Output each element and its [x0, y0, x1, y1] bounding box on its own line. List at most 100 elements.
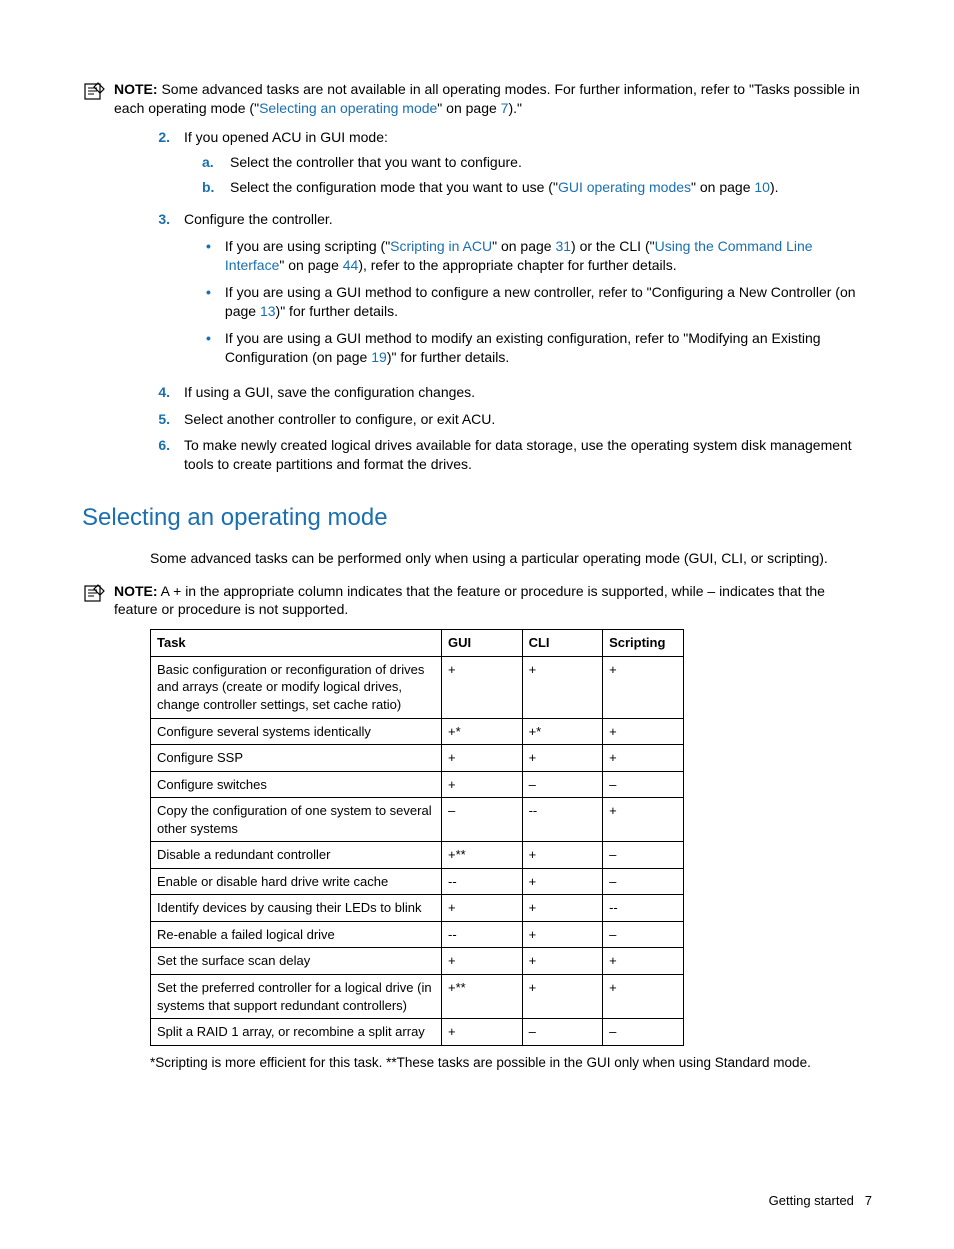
cell-value: +** — [442, 974, 523, 1018]
bullet-text: ) or the CLI (" — [571, 238, 655, 254]
table-row: Identify devices by causing their LEDs t… — [151, 895, 684, 922]
cell-value: – — [603, 842, 684, 869]
cell-value: – — [522, 771, 603, 798]
step-4: 4. If using a GUI, save the configuratio… — [152, 383, 872, 402]
link-page-44[interactable]: 44 — [343, 257, 359, 273]
bullet-text: ), refer to the appropriate chapter for … — [358, 257, 676, 273]
step-text: If you opened ACU in GUI mode: — [184, 129, 388, 145]
note-block-1: NOTE: Some advanced tasks are not availa… — [82, 80, 872, 118]
cell-value: + — [442, 895, 523, 922]
bullet-text: " on page — [279, 257, 342, 273]
cell-value: + — [522, 842, 603, 869]
note-body: NOTE: Some advanced tasks are not availa… — [114, 80, 872, 118]
cell-value: -- — [603, 895, 684, 922]
substep-text-pre: Select the configuration mode that you w… — [230, 179, 558, 195]
cell-task: Copy the configuration of one system to … — [151, 798, 442, 842]
sub-steps: a. Select the controller that you want t… — [202, 153, 872, 197]
note-text-3: )." — [508, 100, 522, 116]
table-row: Configure several systems identically+*+… — [151, 718, 684, 745]
link-page-13[interactable]: 13 — [260, 303, 276, 319]
table-row: Copy the configuration of one system to … — [151, 798, 684, 842]
cell-value: + — [603, 745, 684, 772]
cell-value: + — [522, 974, 603, 1018]
bullet-2: If you are using a GUI method to configu… — [206, 283, 872, 321]
cell-value: -- — [442, 921, 523, 948]
step-number: 4. — [152, 383, 170, 402]
note-icon — [82, 81, 106, 101]
note-body: NOTE: A + in the appropriate column indi… — [114, 582, 872, 620]
step-number: 5. — [152, 410, 170, 429]
cell-value: – — [603, 868, 684, 895]
table-footnote: *Scripting is more efficient for this ta… — [150, 1054, 872, 1072]
link-selecting-mode[interactable]: Selecting an operating mode — [259, 100, 437, 116]
step-5: 5. Select another controller to configur… — [152, 410, 872, 429]
cell-task: Configure several systems identically — [151, 718, 442, 745]
link-page-19[interactable]: 19 — [371, 349, 387, 365]
cell-task: Set the preferred controller for a logic… — [151, 974, 442, 1018]
note-label: NOTE: — [114, 81, 158, 97]
th-cli: CLI — [522, 630, 603, 657]
cell-value: – — [442, 798, 523, 842]
cell-value: + — [522, 948, 603, 975]
cell-task: Basic configuration or reconfiguration o… — [151, 656, 442, 718]
substep-text: Select the controller that you want to c… — [230, 153, 522, 172]
note-text-2: " on page — [437, 100, 500, 116]
table-row: Configure SSP+++ — [151, 745, 684, 772]
steps-list: 2. If you opened ACU in GUI mode: a. Sel… — [152, 128, 872, 474]
table-row: Re-enable a failed logical drive--+– — [151, 921, 684, 948]
note-icon — [82, 583, 106, 603]
table-row: Split a RAID 1 array, or recombine a spl… — [151, 1019, 684, 1046]
cell-value: – — [603, 921, 684, 948]
note-text: A + in the appropriate column indicates … — [114, 583, 825, 618]
substep-b: b. Select the configuration mode that yo… — [202, 178, 872, 197]
cell-task: Configure SSP — [151, 745, 442, 772]
footer-section: Getting started — [769, 1193, 854, 1208]
cell-value: + — [442, 745, 523, 772]
step-text: Select another controller to configure, … — [184, 411, 495, 427]
link-page-31[interactable]: 31 — [555, 238, 571, 254]
th-gui: GUI — [442, 630, 523, 657]
bullet-1: If you are using scripting ("Scripting i… — [206, 237, 872, 275]
bullet-text: If you are using a GUI method to modify … — [225, 330, 821, 365]
link-gui-modes[interactable]: GUI operating modes — [558, 179, 691, 195]
step-number: 2. — [152, 128, 170, 203]
note-block-2: NOTE: A + in the appropriate column indi… — [82, 582, 872, 620]
bullet-text: " on page — [492, 238, 555, 254]
cell-task: Enable or disable hard drive write cache — [151, 868, 442, 895]
step-2: 2. If you opened ACU in GUI mode: a. Sel… — [152, 128, 872, 203]
step-text: If using a GUI, save the configuration c… — [184, 384, 475, 400]
th-task: Task — [151, 630, 442, 657]
table-row: Configure switches+–– — [151, 771, 684, 798]
table-row: Disable a redundant controller+**+– — [151, 842, 684, 869]
cell-value: + — [522, 868, 603, 895]
bullet-text: If you are using scripting (" — [225, 238, 390, 254]
link-page-10[interactable]: 10 — [754, 179, 770, 195]
step-3: 3. Configure the controller. If you are … — [152, 210, 872, 374]
step-text: To make newly created logical drives ava… — [184, 437, 852, 472]
cell-value: + — [442, 1019, 523, 1046]
bullet-list: If you are using scripting ("Scripting i… — [206, 237, 872, 366]
table-row: Basic configuration or reconfiguration o… — [151, 656, 684, 718]
table-row: Enable or disable hard drive write cache… — [151, 868, 684, 895]
table-row: Set the surface scan delay+++ — [151, 948, 684, 975]
th-scripting: Scripting — [603, 630, 684, 657]
substep-text-post: ). — [770, 179, 779, 195]
bullet-3: If you are using a GUI method to modify … — [206, 329, 872, 367]
cell-task: Set the surface scan delay — [151, 948, 442, 975]
cell-value: + — [522, 921, 603, 948]
link-scripting-acu[interactable]: Scripting in ACU — [390, 238, 492, 254]
cell-value: -- — [442, 868, 523, 895]
cell-value: +* — [442, 718, 523, 745]
note-label: NOTE: — [114, 583, 158, 599]
cell-value: -- — [522, 798, 603, 842]
substep-letter: b. — [202, 178, 218, 197]
cell-value: + — [522, 656, 603, 718]
bullet-text: )" for further details. — [276, 303, 398, 319]
cell-value: + — [522, 895, 603, 922]
substep-text-mid: " on page — [691, 179, 754, 195]
cell-task: Disable a redundant controller — [151, 842, 442, 869]
footer-page: 7 — [865, 1193, 872, 1208]
cell-task: Split a RAID 1 array, or recombine a spl… — [151, 1019, 442, 1046]
cell-value: + — [522, 745, 603, 772]
cell-task: Configure switches — [151, 771, 442, 798]
